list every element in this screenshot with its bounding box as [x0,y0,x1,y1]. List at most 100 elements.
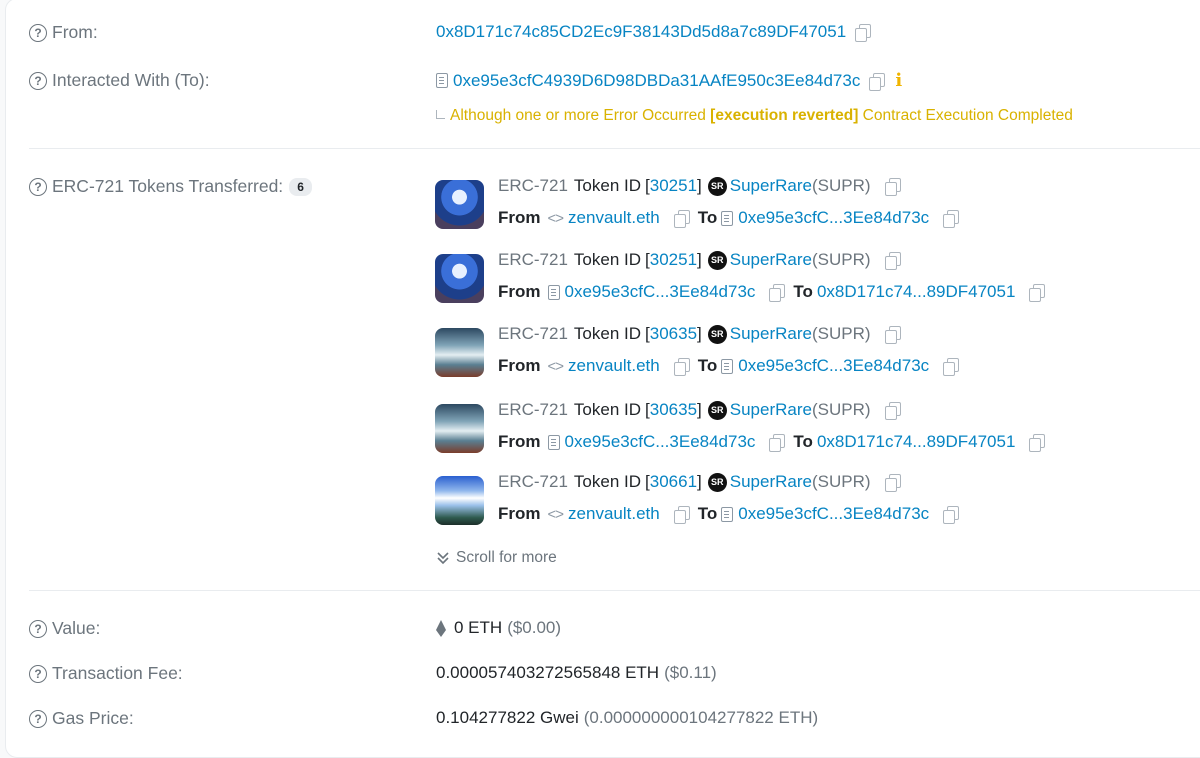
copy-icon[interactable] [869,72,886,91]
collection-symbol: (SUPR) [811,250,871,269]
transfer-parties-line: From <> zenvault.eth To 0xe95e3cfC...3Ee84d7… [498,356,960,376]
copy-icon[interactable] [884,178,901,196]
nft-thumbnail[interactable] [435,254,484,303]
copy-icon[interactable] [884,326,901,344]
collection-symbol: (SUPR) [811,324,871,343]
transfer-token-line: ERC-721 Token ID[30251] SR SuperRare (SUPR) [498,250,901,270]
copy-icon[interactable] [1029,434,1046,452]
to-address-link[interactable]: 0xe95e3cfC...3Ee84d73c [738,504,929,524]
collection-link[interactable]: SuperRare [730,324,812,344]
collection-link[interactable]: SuperRare [730,176,812,196]
token-standard: ERC-721 [498,324,568,343]
from-label: From [498,504,541,523]
ethereum-icon [436,619,446,637]
copy-icon[interactable] [943,358,960,376]
token-standard: ERC-721 [498,250,568,269]
token-id-label: Token ID [573,324,642,343]
token-id-link[interactable]: 30251 [650,250,697,270]
question-icon[interactable]: ? [29,664,47,683]
copy-icon[interactable] [673,210,690,228]
question-icon[interactable]: ? [29,23,47,42]
nft-thumbnail[interactable] [435,180,484,229]
copy-icon[interactable] [1029,284,1046,302]
to-address-link[interactable]: 0x8D171c74...89DF47051 [817,432,1015,452]
fee-amount: 0.000057403272565848 ETH ($0.11) [436,663,717,682]
divider [29,148,1200,149]
nft-thumbnail[interactable] [435,404,484,453]
superrare-logo-icon: SR [707,176,727,196]
warning-reason: execution reverted [715,107,854,124]
from-address-link[interactable]: 0xe95e3cfC...3Ee84d73c [565,432,756,452]
double-chevron-down-icon [437,552,449,565]
from-label: From [498,282,541,301]
copy-icon[interactable] [943,210,960,228]
token-id-label: Token ID [573,400,642,419]
from-address-link[interactable]: 0xe95e3cfC...3Ee84d73c [565,282,756,302]
fee-label: ? Transaction Fee: [29,663,183,684]
collection-link[interactable]: SuperRare [730,400,812,420]
contract-doc-icon [721,358,734,374]
nft-thumbnail[interactable] [435,476,484,525]
contract-address-link[interactable]: 0xe95e3cfC4939D6D98DBDa31AAfE950c3Ee84d7… [453,71,860,91]
copy-icon[interactable] [769,284,786,302]
transfer-parties-line: From 0xe95e3cfC...3Ee84d73c To 0x8D171c74..… [498,432,1046,452]
execution-warning: Although one or more Error Occurred [ ex… [436,107,1073,125]
contract-doc-icon [721,210,734,226]
transfer-token-line: ERC-721 Token ID[30635] SR SuperRare (SUPR) [498,400,901,420]
to-label: To [793,282,813,301]
to-address-link[interactable]: 0xe95e3cfC...3Ee84d73c [738,356,929,376]
to-label: To [697,504,718,523]
from-address-link[interactable]: zenvault.eth [568,208,660,228]
interacted-value: 0xe95e3cfC4939D6D98DBDa31AAfE950c3Ee84d7… [436,70,902,91]
to-label: To [793,432,813,451]
token-id-link[interactable]: 30635 [650,400,697,420]
transfer-token-line: ERC-721 Token ID[30251] SR SuperRare (SUPR) [498,176,901,196]
transfer-count-badge: 6 [289,177,312,196]
collection-link[interactable]: SuperRare [730,250,812,270]
nft-thumbnail[interactable] [435,328,484,377]
scroll-more-button[interactable]: Scroll for more [436,549,557,567]
to-address-link[interactable]: 0xe95e3cfC...3Ee84d73c [738,208,929,228]
info-icon[interactable]: i [895,70,902,91]
gas-amount: 0.104277822 Gwei (0.000000000104277822 E… [436,708,819,727]
from-label: ? From: [29,22,98,43]
collection-link[interactable]: SuperRare [730,472,812,492]
question-icon[interactable]: ? [29,619,47,638]
transfer-token-line: ERC-721 Token ID[30635] SR SuperRare (SUPR) [498,324,901,344]
copy-icon[interactable] [855,24,872,42]
copy-icon[interactable] [884,474,901,492]
copy-icon[interactable] [673,506,690,524]
token-id-link[interactable]: 30661 [650,472,697,492]
collection-symbol: (SUPR) [811,176,871,195]
token-standard: ERC-721 [498,400,568,419]
copy-icon[interactable] [943,506,960,524]
token-id-link[interactable]: 30635 [650,324,697,344]
contract-doc-icon [436,73,448,88]
token-id-link[interactable]: 30251 [650,176,697,196]
from-label: From [498,208,541,227]
transfer-parties-line: From <> zenvault.eth To 0xe95e3cfC...3Ee84d7… [498,504,960,524]
copy-icon[interactable] [884,252,901,270]
to-address-link[interactable]: 0x8D171c74...89DF47051 [817,282,1015,302]
copy-icon[interactable] [769,434,786,452]
contract-doc-icon [547,434,560,450]
superrare-logo-icon: SR [707,400,727,420]
superrare-logo-icon: SR [707,472,727,492]
copy-icon[interactable] [673,358,690,376]
code-icon: <> [547,505,565,523]
token-standard: ERC-721 [498,472,568,491]
superrare-logo-icon: SR [707,324,727,344]
from-address-link[interactable]: zenvault.eth [568,504,660,524]
from-address-link[interactable]: 0x8D171c74c85CD2Ec9F38143Dd5d8a7c89DF470… [436,22,846,42]
question-icon[interactable]: ? [29,71,47,90]
token-id-label: Token ID [573,472,642,491]
question-icon[interactable]: ? [29,177,47,196]
copy-icon[interactable] [884,402,901,420]
token-id-label: Token ID [573,176,642,195]
to-label: To [697,356,718,375]
from-label: From [498,356,541,375]
gas-label: ? Gas Price: [29,708,134,729]
question-icon[interactable]: ? [29,709,47,728]
from-address-link[interactable]: zenvault.eth [568,356,660,376]
collection-symbol: (SUPR) [811,472,871,491]
